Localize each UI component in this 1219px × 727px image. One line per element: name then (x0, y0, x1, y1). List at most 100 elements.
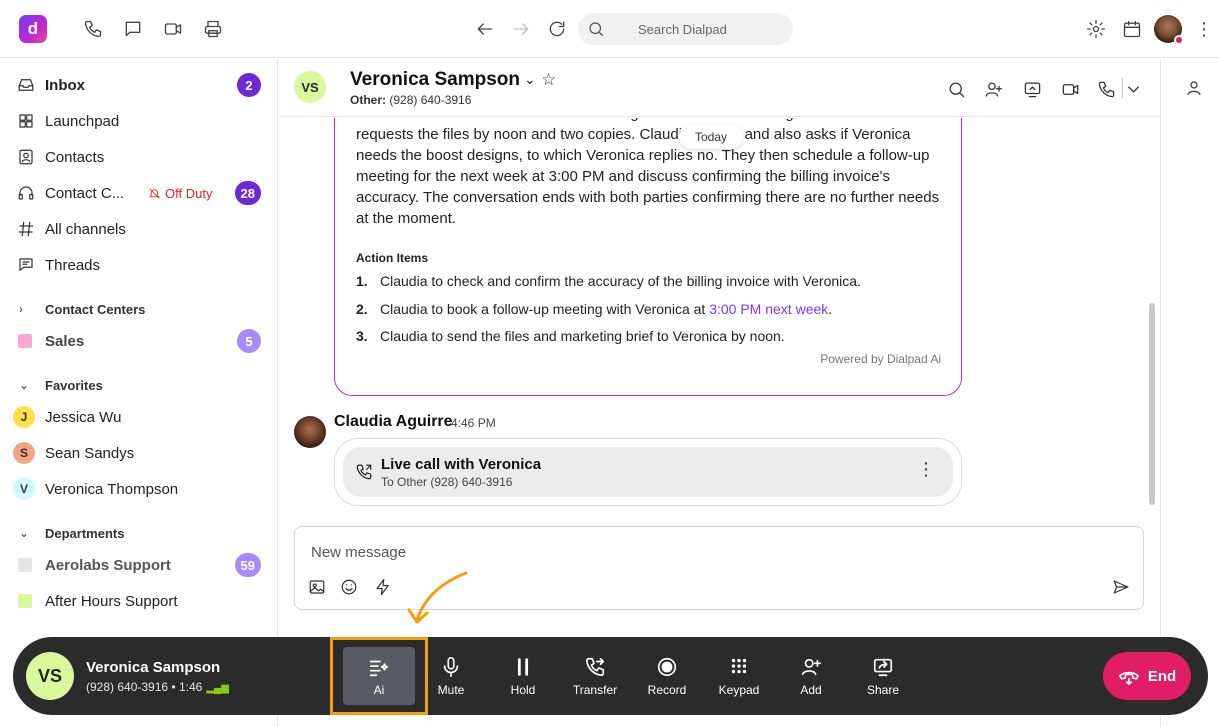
chevron-down-icon: ⌄ (19, 378, 30, 392)
date-link[interactable]: 3:00 PM next week (709, 301, 828, 317)
add-button[interactable]: Add (779, 647, 843, 705)
keypad-icon (731, 658, 747, 674)
sidebar-item-launchpad[interactable]: Launchpad (0, 106, 278, 136)
call-subtitle: To Other (928) 640-3916 (381, 475, 513, 489)
forward-arrow-icon[interactable] (510, 18, 532, 40)
sender-name[interactable]: Claudia Aguirre (334, 413, 453, 431)
mute-button[interactable]: Mute (419, 647, 483, 705)
scrollbar[interactable] (1149, 303, 1155, 505)
sidebar-item-label: All channels (45, 220, 126, 238)
video-icon[interactable] (1059, 78, 1081, 100)
sales-color-swatch (18, 334, 32, 348)
powered-by-label: Powered by Dialpad Ai (820, 352, 941, 366)
department-color-swatch (18, 558, 32, 572)
sidebar-item-label: Contact C... (45, 184, 125, 202)
sidebar-item-after-hours-support[interactable]: After Hours Support (0, 586, 278, 616)
search-input[interactable] (638, 19, 783, 39)
keypad-button[interactable]: Keypad (707, 647, 771, 705)
sidebar-item-inbox[interactable]: Inbox 2 (0, 70, 278, 100)
contacts-icon (16, 147, 36, 167)
printer-icon[interactable] (202, 18, 224, 40)
sidebar-item-all-channels[interactable]: All channels (0, 214, 278, 244)
settings-gear-icon[interactable] (1085, 18, 1107, 40)
unread-badge: 59 (234, 553, 261, 577)
unread-badge: 28 (234, 181, 261, 205)
user-avatar[interactable] (1154, 15, 1184, 45)
call-duration: 1:46 (178, 680, 203, 694)
back-arrow-icon[interactable] (474, 18, 496, 40)
action-item: 3. Claudia to send the files and marketin… (356, 328, 785, 344)
annotation-arrow-icon (407, 571, 468, 624)
sidebar-item-label: After Hours Support (45, 592, 178, 610)
threads-icon (16, 255, 36, 275)
contact-avatar[interactable]: VS (294, 71, 326, 103)
sidebar-item-sales[interactable]: Sales 5 (0, 326, 278, 356)
ai-summary-card: Claudia and Veronica discuss the exchang… (334, 118, 962, 396)
sidebar-item-label: Sean Sandys (45, 444, 135, 462)
action-item: 1. Claudia to check and confirm the accur… (356, 273, 861, 289)
share-button[interactable]: Share (851, 647, 915, 705)
end-call-button[interactable]: End (1103, 652, 1191, 700)
contact-name[interactable]: Veronica Sampson (350, 69, 520, 91)
contact-centers-heading[interactable]: › Contact Centers (0, 300, 278, 320)
hold-button[interactable]: Hold (491, 647, 555, 705)
conversation-header: VS Veronica Sampson ⌄ ☆ Other: (928) 640… (279, 59, 1160, 117)
search-icon[interactable] (945, 78, 967, 100)
sidebar-item-label: Aerolabs Support (45, 556, 171, 574)
screen-share-icon (873, 658, 893, 677)
record-button[interactable]: Record (635, 647, 699, 705)
caller-avatar[interactable]: VS (26, 652, 74, 700)
bell-off-icon (149, 187, 160, 199)
launchpad-icon (16, 111, 36, 131)
lightning-icon[interactable] (373, 577, 393, 597)
sidebar-item-aerolabs-support[interactable]: Aerolabs Support 59 (0, 550, 278, 580)
search-bar[interactable] (578, 13, 793, 45)
screen-share-icon[interactable] (1021, 78, 1043, 100)
phone-icon[interactable] (82, 18, 104, 40)
message-input[interactable] (311, 541, 1071, 563)
sender-avatar[interactable] (294, 416, 326, 448)
chevron-down-icon[interactable]: ⌄ (524, 71, 536, 88)
video-icon[interactable] (162, 18, 184, 40)
add-person-icon[interactable] (982, 78, 1004, 100)
sidebar-item-label: Inbox (45, 76, 85, 94)
send-icon[interactable] (1111, 577, 1131, 597)
caller-details: (928) 640-3916 • 1:46 ▂▄▆ (86, 680, 229, 694)
departments-heading[interactable]: ⌄ Departments (0, 524, 278, 544)
sidebar-item-contacts[interactable]: Contacts (0, 142, 278, 172)
refresh-icon[interactable] (546, 18, 568, 40)
person-icon[interactable] (1185, 79, 1203, 97)
chevron-right-icon: › (19, 302, 23, 316)
pause-icon (517, 658, 529, 676)
live-call-item[interactable]: Live call with Veronica To Other (928) 6… (343, 447, 953, 497)
chevron-down-icon: ⌄ (19, 526, 30, 540)
dialpad-logo[interactable]: d (19, 15, 47, 43)
calendar-icon[interactable] (1121, 18, 1143, 40)
favorite-veronica-thompson[interactable]: V Veronica Thompson (0, 474, 278, 504)
off-duty-status[interactable]: Off Duty (148, 186, 212, 201)
sidebar-item-label: Sales (45, 332, 85, 350)
favorite-sean-sandys[interactable]: S Sean Sandys (0, 438, 278, 468)
sidebar-item-label: Jessica Wu (45, 408, 122, 426)
image-icon[interactable] (307, 577, 327, 597)
sidebar-item-contact-center[interactable]: Contact C... Off Duty 28 (0, 178, 278, 208)
chevron-down-icon[interactable] (1122, 78, 1144, 100)
emoji-icon[interactable] (339, 577, 359, 597)
transfer-button[interactable]: Transfer (563, 647, 627, 705)
hash-icon (16, 219, 36, 239)
star-icon[interactable]: ☆ (541, 70, 556, 90)
avatar: S (13, 442, 35, 464)
sidebar-item-label: Contacts (45, 148, 105, 166)
ai-button-highlight (330, 637, 428, 715)
message-icon[interactable] (122, 18, 144, 40)
microphone-icon (443, 657, 459, 677)
sidebar-item-label: Veronica Thompson (45, 480, 179, 498)
headset-icon (16, 183, 36, 203)
department-color-swatch (18, 594, 32, 608)
more-options-icon[interactable]: ⋮ (917, 459, 935, 480)
favorites-heading[interactable]: ⌄ Favorites (0, 376, 278, 396)
favorite-jessica-wu[interactable]: J Jessica Wu (0, 402, 278, 432)
sidebar-item-threads[interactable]: Threads (0, 250, 278, 280)
phone-icon[interactable] (1095, 78, 1117, 100)
more-options-icon[interactable]: ⋮ (1195, 19, 1213, 39)
